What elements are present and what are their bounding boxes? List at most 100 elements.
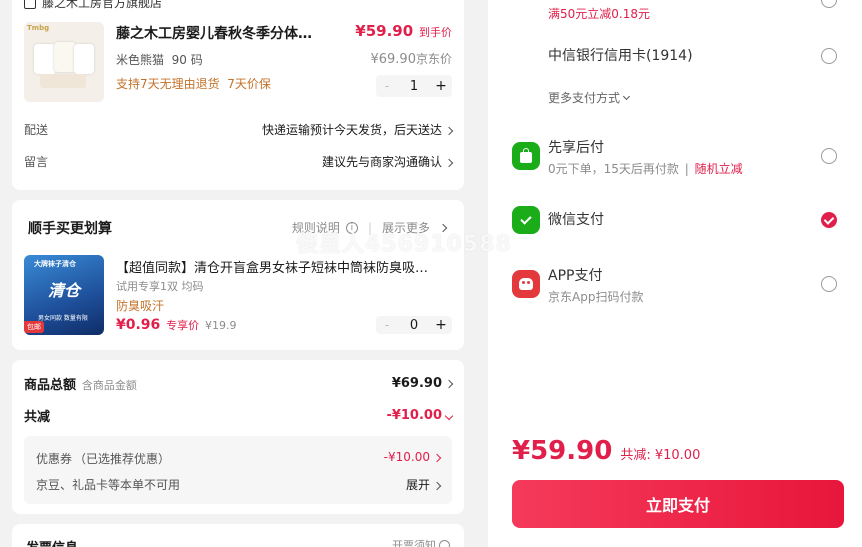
coupon-value: -¥10.00: [383, 450, 430, 464]
wechat-icon: [512, 206, 540, 234]
final-price: ¥59.90: [355, 22, 414, 40]
total-row[interactable]: 商品总额 含商品金额 ¥69.90: [24, 374, 454, 393]
thumb-badge: 包邮: [24, 321, 44, 333]
thumb-text-top: 大牌袜子清仓: [34, 260, 76, 268]
quantity-value[interactable]: 1: [398, 79, 430, 94]
total-sub: 含商品金额: [81, 379, 137, 392]
jd-price-tag: 京东价: [415, 52, 452, 66]
total-value-wrap: ¥69.90: [391, 376, 454, 391]
discount-detail: 优惠券 （已选推荐优惠） -¥10.00 京豆、礼品卡等本单不可用 展开: [24, 436, 452, 504]
bundle-title: 顺手买更划算: [28, 221, 112, 237]
total-value: ¥69.90: [391, 376, 442, 391]
delivery-row[interactable]: 配送 快递运输预计今天发货，后天送达: [24, 121, 454, 138]
minus-button[interactable]: -: [376, 318, 398, 332]
coupon-value-wrap: -¥10.00: [383, 450, 442, 467]
invoice-note[interactable]: 开票须知: [392, 537, 436, 547]
invoice-title: 发票信息: [26, 537, 78, 547]
chevron-right-icon: [444, 379, 454, 389]
bundle-item-spec: 试用专享1双 均码: [116, 280, 204, 293]
thumb-text-sub: 男女同款 数量有限: [38, 315, 88, 322]
plus-button[interactable]: +: [430, 78, 452, 94]
message-value: 建议先与商家沟通确认: [321, 155, 442, 169]
total-label: 商品总额: [24, 378, 77, 393]
jd-bean-label: 京豆、礼品卡等本单不可用: [36, 478, 181, 492]
invoice-note-wrap: 开票须知: [392, 537, 450, 547]
bundle-item-title[interactable]: 【超值同款】清仓开盲盒男女袜子短袜中筒袜防臭吸…: [116, 257, 456, 276]
product-title[interactable]: 藤之木工房婴儿春秋冬季分体…: [116, 23, 312, 43]
bundle-quantity-stepper: - 0 +: [376, 316, 452, 334]
final-price: ¥59.90: [512, 436, 613, 466]
store-icon: [24, 0, 36, 9]
plus-button[interactable]: +: [430, 317, 452, 333]
message-row[interactable]: 留言 建议先与商家沟通确认: [24, 153, 454, 170]
message-label: 留言: [24, 155, 49, 169]
total-label-wrap: 商品总额 含商品金额: [24, 374, 137, 393]
delivery-value-wrap: 快递运输预计今天发货，后天送达: [261, 121, 454, 138]
jd-price-value: ¥69.90: [370, 52, 416, 67]
product-thumbnail[interactable]: Tmbg: [24, 22, 104, 102]
chevron-right-icon: [444, 126, 454, 136]
summary-card: 商品总额 含商品金额 ¥69.90 共减 -¥10.00 优惠券 （已选推荐优惠）…: [12, 360, 464, 514]
chevron-down-icon: [444, 411, 454, 421]
delivery-label: 配送: [24, 123, 49, 137]
discount-value-wrap: -¥10.00: [386, 408, 454, 423]
clothes-image: [32, 40, 96, 92]
pay-now-button[interactable]: 立即支付: [512, 480, 844, 528]
more-methods-label: 更多支付方式: [548, 91, 621, 105]
method-name[interactable]: APP支付: [548, 265, 602, 285]
discount-label: 共减: [24, 410, 51, 425]
order-panel: 藤之木工房官方旗舰店 Tmbg 藤之木工房婴儿春秋冬季分体… ¥59.90 到手…: [0, 0, 488, 547]
method-name[interactable]: 先享后付: [548, 137, 604, 157]
quantity-stepper: - 1 +: [376, 75, 452, 97]
coupon-label: 优惠券: [36, 452, 73, 466]
method-desc: 0元下单，15天后再付款: [548, 162, 679, 176]
bundle-price: ¥0.96: [116, 317, 161, 333]
bank-card-radio[interactable]: [821, 48, 837, 64]
more-methods[interactable]: 更多支付方式: [548, 89, 631, 106]
coupon-row[interactable]: 优惠券 （已选推荐优惠） -¥10.00: [36, 450, 442, 467]
coupon-note: （已选推荐优惠）: [74, 452, 171, 466]
separator: |: [684, 162, 689, 176]
promo-radio[interactable]: [821, 0, 837, 8]
bundle-orig-price: ¥19.9: [204, 319, 237, 332]
product-price: ¥59.90 到手价: [355, 22, 452, 40]
thumb-text-main: 清仓: [48, 281, 81, 300]
jd-price: ¥69.90京东价: [370, 50, 452, 67]
chevron-right-icon: [432, 453, 442, 463]
app-pay-radio[interactable]: [821, 276, 837, 292]
bundle-price-tag: 专享价: [166, 319, 200, 332]
service-tags: 支持7天无理由退货 7天价保: [116, 77, 271, 91]
wechat-radio[interactable]: [821, 212, 837, 228]
chevron-right-icon: [432, 481, 442, 491]
bag-icon: [512, 142, 540, 170]
message-value-wrap: 建议先与商家沟通确认: [321, 153, 454, 170]
pay-later-radio[interactable]: [821, 148, 837, 164]
method-extra: 随机立减: [694, 162, 743, 176]
shop-header[interactable]: 藤之木工房官方旗舰店: [24, 0, 162, 11]
promo-text: 满50元立减0.18元: [548, 7, 650, 21]
delivery-value: 快递运输预计今天发货，后天送达: [261, 123, 442, 137]
watermark: 傻星人456910588: [296, 232, 512, 257]
method-name[interactable]: 微信支付: [548, 209, 604, 229]
final-discount: 共减: ¥10.00: [620, 448, 701, 463]
thumb-brand: Tmbg: [27, 24, 50, 32]
shop-name: 藤之木工房官方旗舰店: [42, 0, 163, 10]
chevron-right-icon: [444, 158, 454, 168]
price-tag: 到手价: [419, 26, 452, 39]
chevron-down-icon: [622, 92, 631, 100]
expand-wrap: 展开: [406, 476, 442, 493]
bundle-item-feature: 防臭吸汗: [116, 299, 165, 313]
minus-button[interactable]: -: [376, 79, 398, 93]
jd-bean-row[interactable]: 京豆、礼品卡等本单不可用 展开: [36, 476, 442, 493]
payment-panel: 满50元立减0.18元 中信银行信用卡(1914) 更多支付方式 先享后付 0元…: [488, 0, 862, 547]
method-desc-row: 0元下单，15天后再付款 | 随机立减: [548, 160, 743, 177]
method-desc: 京东App扫码付款: [548, 290, 644, 304]
bundle-thumbnail[interactable]: 大牌袜子清仓 清仓 男女同款 数量有限 包邮: [24, 255, 104, 335]
quantity-value[interactable]: 0: [398, 318, 430, 333]
product-spec: 米色熊猫 90 码: [116, 53, 203, 67]
bank-card-label[interactable]: 中信银行信用卡(1914): [548, 45, 693, 65]
expand-link[interactable]: 展开: [406, 478, 430, 492]
discount-row[interactable]: 共减 -¥10.00: [24, 406, 454, 425]
product-card: 藤之木工房官方旗舰店 Tmbg 藤之木工房婴儿春秋冬季分体… ¥59.90 到手…: [12, 0, 464, 190]
jd-dog-icon: [512, 270, 540, 298]
